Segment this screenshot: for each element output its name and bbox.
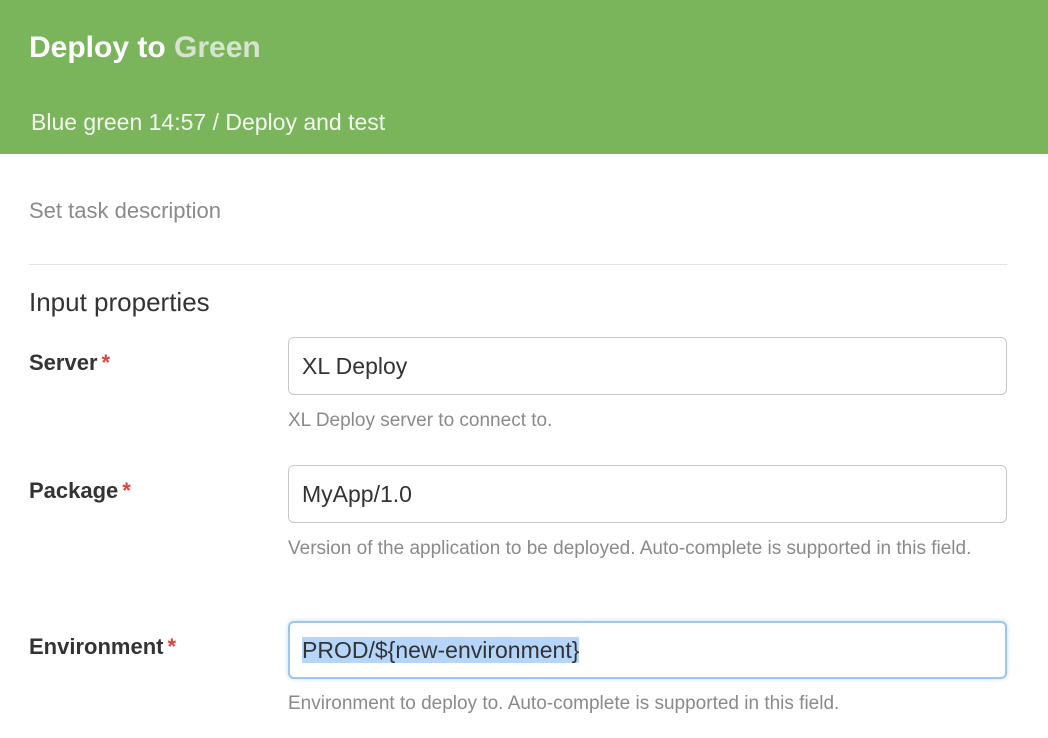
task-title: Deploy to Green bbox=[29, 28, 261, 68]
server-help: XL Deploy server to connect to. bbox=[288, 410, 553, 431]
required-marker: * bbox=[122, 478, 131, 503]
environment-label: Environment * bbox=[29, 632, 176, 662]
environment-label-text: Environment bbox=[29, 634, 164, 659]
divider bbox=[29, 264, 1007, 265]
package-help: Version of the application to be deploye… bbox=[288, 538, 972, 559]
package-label-text: Package bbox=[29, 478, 119, 503]
title-prefix: Deploy to bbox=[29, 31, 166, 64]
environment-help: Environment to deploy to. Auto-complete … bbox=[288, 693, 840, 714]
task-description-field[interactable]: Set task description bbox=[29, 196, 221, 226]
server-input[interactable]: XL Deploy bbox=[288, 337, 1007, 395]
package-input-value: MyApp/1.0 bbox=[302, 481, 412, 507]
title-environment: Green bbox=[174, 31, 261, 64]
server-label: Server * bbox=[29, 348, 110, 378]
server-input-value: XL Deploy bbox=[302, 353, 408, 379]
task-header: Deploy to Green Blue green 14:57 / Deplo… bbox=[0, 0, 1048, 154]
server-label-text: Server bbox=[29, 350, 98, 375]
package-input[interactable]: MyApp/1.0 bbox=[288, 465, 1007, 523]
required-marker: * bbox=[167, 634, 177, 659]
environment-input[interactable]: PROD/${new-environment} bbox=[288, 621, 1007, 679]
section-title: Input properties bbox=[29, 287, 210, 317]
breadcrumb[interactable]: Blue green 14:57 / Deploy and test bbox=[31, 106, 385, 138]
package-label: Package * bbox=[29, 476, 131, 506]
required-marker: * bbox=[101, 350, 111, 375]
environment-input-value: PROD/${new-environment} bbox=[302, 637, 580, 663]
